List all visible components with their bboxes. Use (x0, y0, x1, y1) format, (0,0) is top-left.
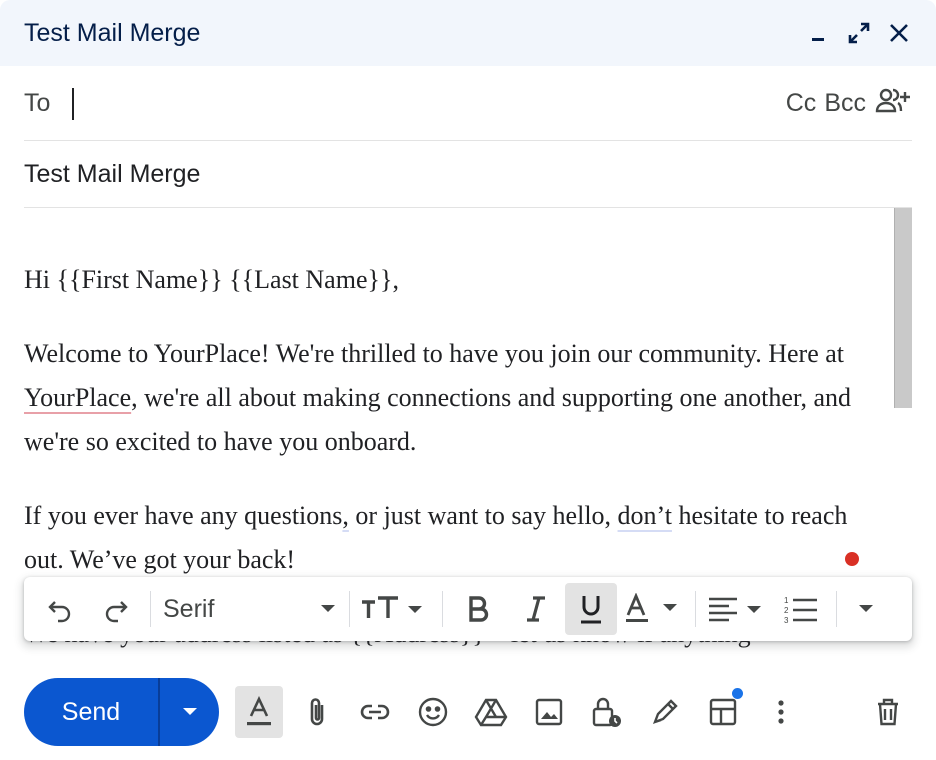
new-feature-dot (732, 688, 743, 699)
layouts-icon[interactable] (699, 686, 747, 738)
cc-link[interactable]: Cc (786, 89, 817, 118)
font-select[interactable]: Serif (157, 583, 343, 635)
svg-text:1: 1 (784, 596, 789, 605)
svg-text:3: 3 (784, 616, 789, 624)
bold-icon[interactable] (449, 583, 507, 635)
link-icon[interactable] (351, 686, 399, 738)
italic-icon[interactable] (507, 583, 565, 635)
toolbar-divider (695, 591, 696, 627)
attach-icon[interactable] (293, 686, 341, 738)
to-row: To Cc Bcc (24, 67, 912, 141)
more-formatting-icon[interactable] (843, 583, 889, 635)
toolbar-divider (442, 591, 443, 627)
redo-icon[interactable] (88, 583, 144, 635)
body-paragraph-2: If you ever have any questions, or just … (24, 501, 848, 574)
underline-icon[interactable] (565, 583, 617, 635)
minimize-icon[interactable] (806, 20, 832, 46)
signature-icon[interactable] (641, 686, 689, 738)
body-paragraph-1: Welcome to YourPlace! We're thrilled to … (24, 339, 852, 456)
window-title: Test Mail Merge (24, 18, 201, 47)
font-select-label: Serif (163, 594, 215, 623)
to-input[interactable] (74, 83, 786, 124)
compose-bottom-bar: Send (24, 678, 912, 746)
bcc-link[interactable]: Bcc (824, 89, 866, 118)
add-recipients-icon[interactable] (874, 86, 912, 121)
font-size-icon[interactable] (356, 583, 436, 635)
close-icon[interactable] (886, 20, 912, 46)
grammar-flag-dont[interactable]: don’t (618, 501, 672, 530)
more-options-icon[interactable] (757, 686, 805, 738)
numbered-list-icon[interactable]: 123 (772, 583, 830, 635)
discard-draft-icon[interactable] (864, 686, 912, 738)
emoji-icon[interactable] (409, 686, 457, 738)
toolbar-divider (836, 591, 837, 627)
formatting-options-icon[interactable] (235, 686, 283, 738)
send-button-group: Send (24, 678, 219, 746)
confidential-mode-icon[interactable] (583, 686, 631, 738)
chevron-down-icon (321, 605, 335, 612)
undo-icon[interactable] (32, 583, 88, 635)
send-button[interactable]: Send (24, 698, 158, 727)
text-color-icon[interactable] (617, 583, 689, 635)
align-icon[interactable] (702, 583, 772, 635)
fullscreen-icon[interactable] (846, 20, 872, 46)
subject-field[interactable]: Test Mail Merge (24, 141, 912, 208)
drive-icon[interactable] (467, 686, 515, 738)
to-label: To (24, 89, 51, 117)
spellcheck-flag[interactable]: YourPlace (24, 383, 131, 412)
send-options-icon[interactable] (160, 678, 219, 746)
formatting-toolbar: Serif 123 (24, 577, 912, 641)
greeting-line: Hi {{First Name}} {{Last Name}}, (24, 265, 399, 294)
notification-dot (845, 552, 859, 566)
svg-text:2: 2 (784, 606, 789, 615)
compose-header: Test Mail Merge (0, 0, 936, 66)
body-scrollbar[interactable] (894, 208, 912, 408)
toolbar-divider (150, 591, 151, 627)
toolbar-divider (349, 591, 350, 627)
insert-photo-icon[interactable] (525, 686, 573, 738)
